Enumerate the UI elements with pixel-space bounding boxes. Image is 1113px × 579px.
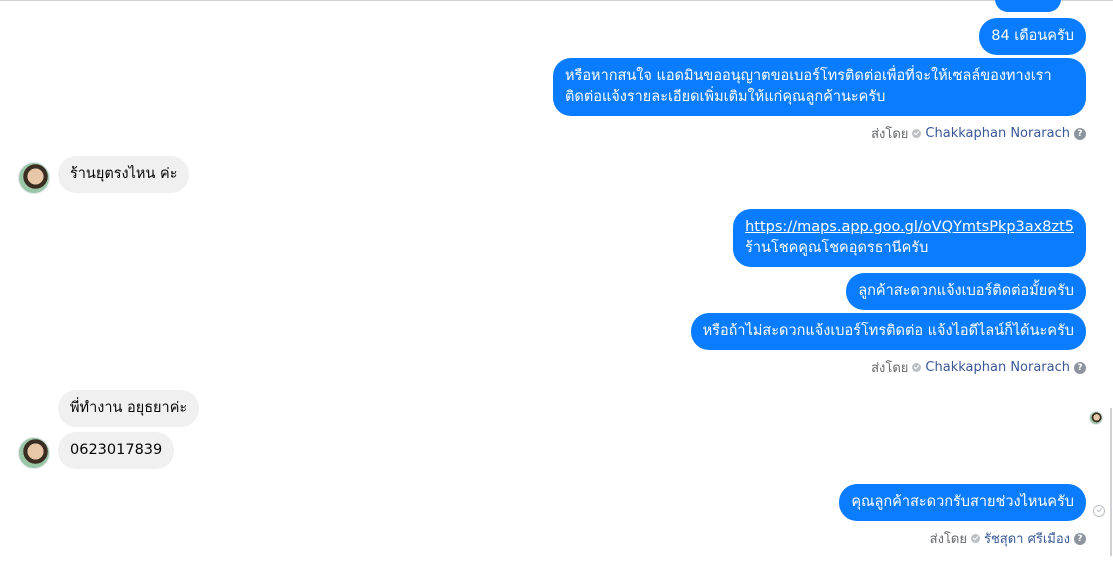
- message-text: 84 เดือนครับ: [991, 28, 1074, 44]
- sent-check-icon: [970, 534, 980, 543]
- scrollbar[interactable]: [1110, 408, 1112, 556]
- message-text: พี่ทำงาน อยุธยาค่ะ: [70, 400, 188, 416]
- message-bubble-agent[interactable]: คุณลูกค้าสะดวกรับสายช่วงไหนครับ: [839, 484, 1086, 521]
- message-text: ลูกค้าสะดวกแจ้งเบอร์ติดต่อมั้ยครับ: [858, 283, 1074, 299]
- help-circle-icon[interactable]: ?: [1074, 127, 1086, 140]
- sent-by-label: ส่งโดย Chakkaphan Norarach ?: [871, 357, 1086, 378]
- message-bubble-cutoff[interactable]: [995, 0, 1061, 12]
- customer-avatar[interactable]: [18, 437, 50, 469]
- message-text-line: หรือหากสนใจ แอดมินขออนุญาตขอเบอร์โทรติดต…: [565, 68, 1052, 84]
- top-divider: [0, 0, 1113, 1]
- message-text: ร้านยุตรงไหน ค่ะ: [70, 166, 178, 182]
- message-bubble-agent[interactable]: https://maps.app.goo.gl/oVQYmtsPkp3ax8zt…: [733, 209, 1086, 267]
- sender-name[interactable]: Chakkaphan Norarach: [925, 360, 1070, 375]
- message-bubble-customer[interactable]: พี่ทำงาน อยุธยาค่ะ: [58, 390, 200, 427]
- sent-by-label: ส่งโดย รัชสุดา ศรีเมือง ?: [930, 528, 1086, 549]
- sent-by-label: ส่งโดย Chakkaphan Norarach ?: [871, 123, 1086, 144]
- sent-by-prefix: ส่งโดย: [929, 532, 967, 547]
- message-bubble-agent[interactable]: หรือหากสนใจ แอดมินขออนุญาตขอเบอร์โทรติดต…: [553, 58, 1086, 116]
- message-text: หรือถ้าไม่สะดวกแจ้งเบอร์โทรติดต่อ แจ้งไอ…: [702, 323, 1074, 339]
- help-circle-icon[interactable]: ?: [1074, 532, 1086, 545]
- customer-avatar[interactable]: [18, 162, 50, 194]
- sender-name[interactable]: รัชสุดา ศรีเมือง: [984, 528, 1070, 549]
- message-bubble-customer[interactable]: ร้านยุตรงไหน ค่ะ: [58, 156, 190, 193]
- message-text: คุณลูกค้าสะดวกรับสายช่วงไหนครับ: [851, 494, 1074, 510]
- message-text: ร้านโชคคูณโชคอุดรธานีครับ: [745, 240, 929, 256]
- seen-check-icon: [1093, 505, 1105, 517]
- help-circle-icon[interactable]: ?: [1074, 361, 1086, 374]
- message-bubble-agent[interactable]: ลูกค้าสะดวกแจ้งเบอร์ติดต่อมั้ยครับ: [846, 273, 1086, 310]
- message-bubble-agent[interactable]: 84 เดือนครับ: [979, 18, 1086, 55]
- sender-name[interactable]: Chakkaphan Norarach: [925, 126, 1070, 141]
- sent-by-prefix: ส่งโดย: [871, 127, 909, 142]
- sent-check-icon: [912, 129, 922, 138]
- message-bubble-customer[interactable]: 0623017839: [58, 432, 175, 469]
- sent-by-prefix: ส่งโดย: [871, 361, 909, 376]
- map-link[interactable]: https://maps.app.goo.gl/oVQYmtsPkp3ax8zt…: [745, 219, 1074, 235]
- message-bubble-agent[interactable]: หรือถ้าไม่สะดวกแจ้งเบอร์โทรติดต่อ แจ้งไอ…: [690, 313, 1086, 350]
- sent-check-icon: [912, 363, 922, 372]
- read-receipt-avatar: [1089, 411, 1103, 425]
- message-text-line: ติดต่อแจ้งรายละเอียดเพิ่มเติมให้แก่คุณลู…: [565, 89, 886, 105]
- message-text: 0623017839: [70, 442, 163, 458]
